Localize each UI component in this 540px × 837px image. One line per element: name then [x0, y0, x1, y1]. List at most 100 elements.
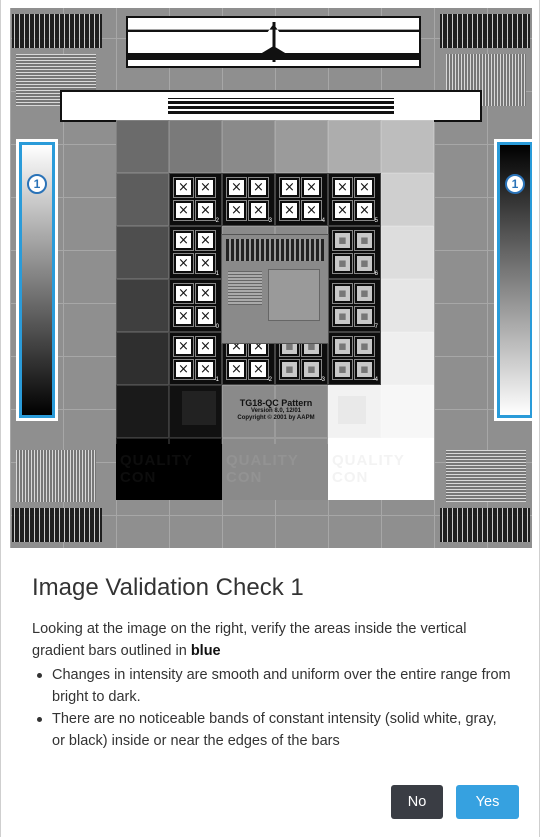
cell-number: 4	[321, 218, 325, 224]
contrast-test-cell: 4	[275, 173, 328, 226]
cx-glyph-icon	[226, 200, 247, 221]
validation-criteria-list: Changes in intensity are smooth and unif…	[32, 664, 512, 752]
cell-number: -2	[266, 377, 272, 383]
luminance-cell	[381, 120, 434, 173]
cx-glyph-icon	[301, 177, 322, 198]
top-bar-band	[128, 46, 419, 60]
blurred-glyph-icon	[332, 336, 353, 357]
corner-resolution-patch-top-right	[440, 14, 530, 48]
qc-cell-mid: QUALITY CON	[222, 444, 328, 500]
cx-glyph-icon	[195, 253, 216, 274]
contrast-test-cell: 1	[169, 226, 222, 279]
luminance-cell	[275, 120, 328, 173]
blurred-glyph-icon	[301, 359, 322, 380]
cx-glyph-icon	[195, 359, 216, 380]
dark-target-square	[182, 391, 216, 425]
list-item: There are no noticeable bands of constan…	[32, 708, 512, 752]
blurred-glyph-icon	[354, 306, 375, 327]
horizontal-bar-lines	[168, 98, 394, 114]
cx-glyph-icon	[195, 283, 216, 304]
qc-cell-light: QUALITY CON	[328, 444, 434, 500]
cx-glyph-icon	[248, 177, 269, 198]
center-line-pairs	[228, 271, 262, 305]
luminance-cell	[116, 120, 169, 173]
top-white-bar	[126, 16, 421, 68]
cell-number: -4	[372, 377, 378, 383]
luminance-cell	[381, 279, 434, 332]
blurred-glyph-icon	[279, 359, 300, 380]
qc-text: QUALITY CON	[226, 452, 299, 486]
blurred-glyph-icon	[354, 359, 375, 380]
blurred-glyph-icon	[354, 230, 375, 251]
cx-glyph-icon	[173, 359, 194, 380]
pattern-copyright: TG18-QC Pattern Version 8.0, 12/01 Copyr…	[224, 398, 328, 444]
cx-glyph-icon	[226, 177, 247, 198]
contrast-test-cell: 6	[328, 226, 381, 279]
cx-glyph-icon	[248, 200, 269, 221]
blurred-glyph-icon	[332, 283, 353, 304]
qc-text: QUALITY CON	[332, 452, 405, 486]
luminance-cell	[328, 120, 381, 173]
bar-badge-number: 1	[505, 174, 525, 194]
cx-glyph-icon	[279, 200, 300, 221]
horizontal-bar	[60, 90, 482, 122]
center-resolution-patch	[226, 239, 324, 261]
cx-glyph-icon	[173, 306, 194, 327]
blurred-glyph-icon	[332, 359, 353, 380]
contrast-test-cell: -1	[169, 332, 222, 385]
cell-number: -3	[319, 377, 325, 383]
dialog-title: Image Validation Check 1	[32, 574, 304, 601]
cx-glyph-icon	[248, 359, 269, 380]
cx-glyph-icon	[173, 177, 194, 198]
cell-number: 7	[374, 324, 378, 330]
cell-number: 0	[215, 324, 219, 330]
blurred-glyph-icon	[332, 253, 353, 274]
cx-glyph-icon	[332, 177, 353, 198]
luminance-cell	[222, 120, 275, 173]
corner-resolution-patch-top-left	[12, 14, 102, 48]
luminance-cell	[116, 173, 169, 226]
contrast-test-cell: 7	[328, 279, 381, 332]
luminance-cell	[381, 173, 434, 226]
cell-number: 3	[268, 218, 272, 224]
no-button[interactable]: No	[391, 785, 443, 819]
dialog-description: Looking at the image on the right, verif…	[32, 618, 502, 662]
cx-glyph-icon	[195, 230, 216, 251]
center-resolution-box	[221, 234, 329, 344]
validation-dialog: 2 3 4 5	[0, 0, 540, 837]
cx-glyph-icon	[354, 200, 375, 221]
blurred-glyph-icon	[354, 253, 375, 274]
blurred-glyph-icon	[354, 336, 375, 357]
qc-cell-dark: QUALITY CON	[116, 444, 222, 500]
list-item: Changes in intensity are smooth and unif…	[32, 664, 512, 708]
description-emphasis: blue	[190, 643, 221, 659]
blurred-glyph-icon	[354, 283, 375, 304]
line-pair-block	[446, 450, 526, 502]
cx-glyph-icon	[195, 200, 216, 221]
gradient-bar-left: 1	[16, 139, 58, 421]
center-square	[268, 269, 320, 321]
cell-number: 2	[215, 218, 219, 224]
cx-glyph-icon	[279, 177, 300, 198]
cx-glyph-icon	[173, 283, 194, 304]
qc-text: QUALITY CON	[120, 452, 193, 486]
cell-number: 1	[215, 271, 219, 277]
blurred-glyph-icon	[332, 230, 353, 251]
cx-glyph-icon	[195, 336, 216, 357]
cx-glyph-icon	[173, 200, 194, 221]
cell-number: 5	[374, 218, 378, 224]
cx-glyph-icon	[226, 359, 247, 380]
gradient-bar-right: 1	[494, 139, 532, 421]
cx-glyph-icon	[173, 336, 194, 357]
luminance-cell	[169, 120, 222, 173]
corner-resolution-patch-bottom-left	[12, 508, 102, 542]
luminance-cell	[116, 332, 169, 385]
luminance-cell	[116, 226, 169, 279]
cx-glyph-icon	[354, 177, 375, 198]
bar-badge-number: 1	[27, 174, 47, 194]
contrast-test-cell: 3	[222, 173, 275, 226]
contrast-test-cell: 2	[169, 173, 222, 226]
cx-glyph-icon	[332, 200, 353, 221]
cx-glyph-icon	[301, 200, 322, 221]
yes-button[interactable]: Yes	[456, 785, 519, 819]
